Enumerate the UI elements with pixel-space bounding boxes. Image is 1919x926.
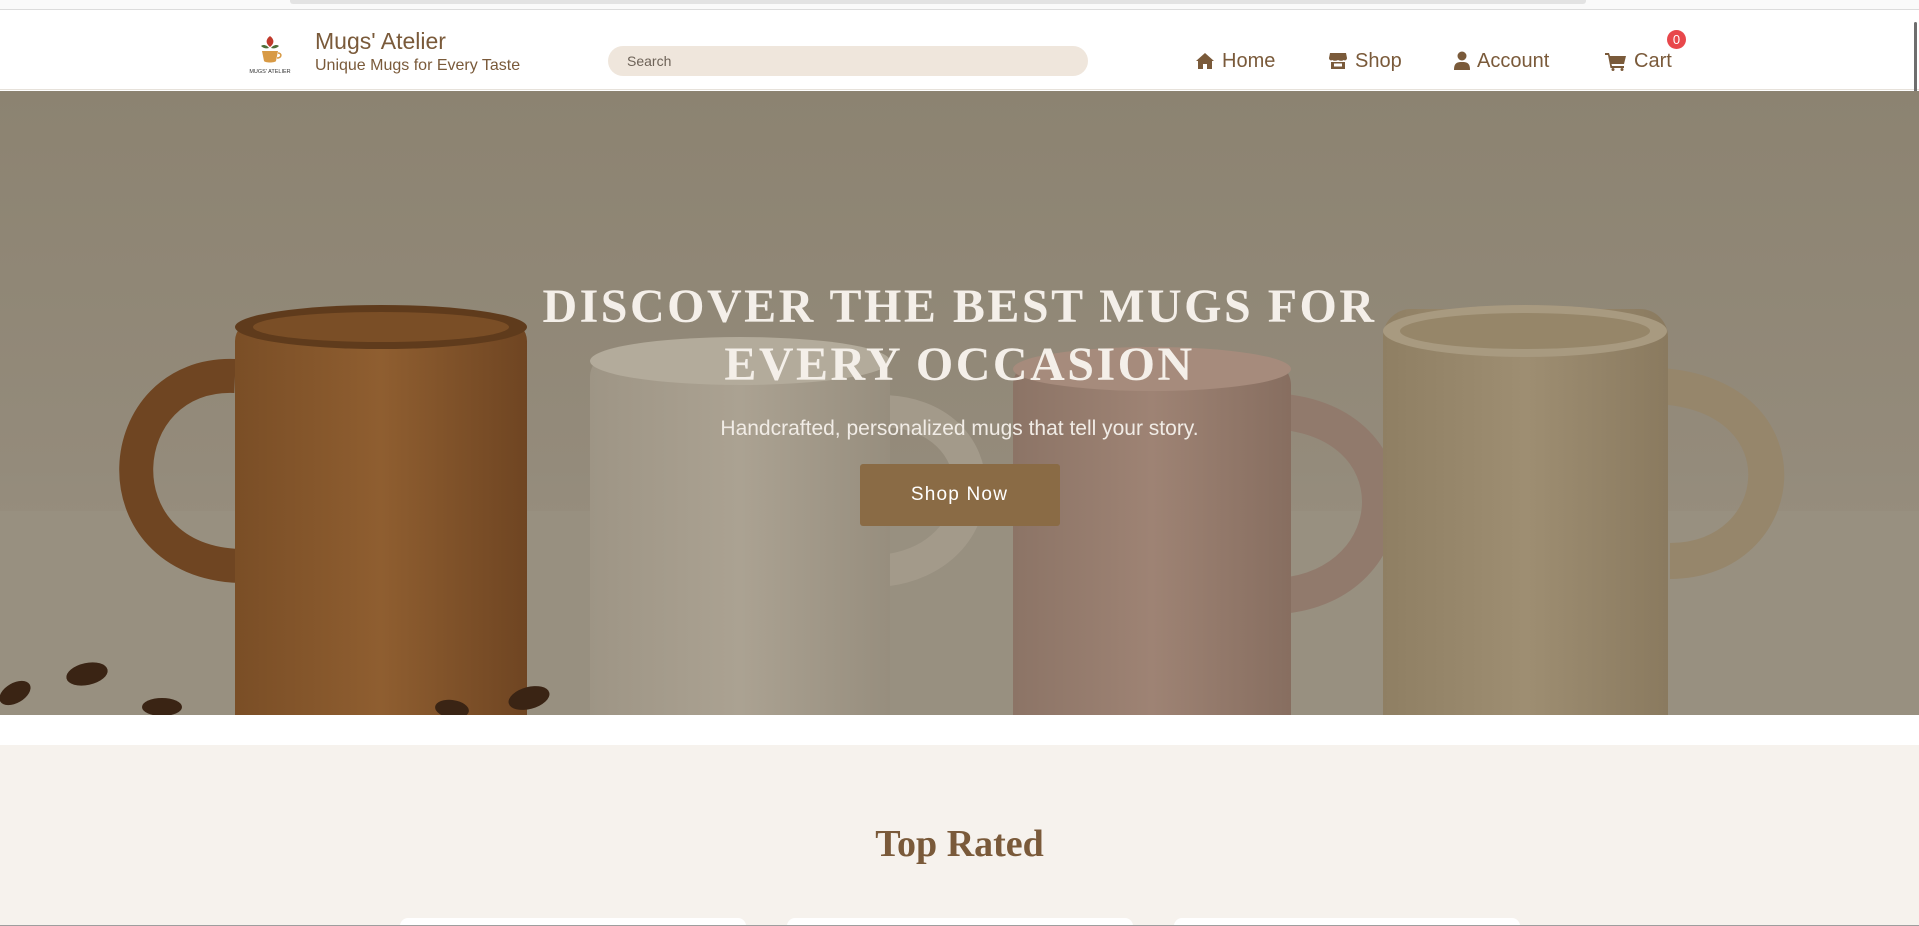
- nav-home-label: Home: [1222, 49, 1276, 72]
- brand: Mugs' Atelier Unique Mugs for Every Tast…: [315, 26, 520, 76]
- search-input[interactable]: [608, 46, 1088, 76]
- brand-name[interactable]: Mugs' Atelier: [315, 26, 520, 56]
- hero-subtitle: Handcrafted, personalized mugs that tell…: [720, 417, 1199, 440]
- nav-cart-label: Cart: [1634, 49, 1672, 72]
- user-icon: [1454, 51, 1470, 71]
- store-icon: [1328, 52, 1348, 70]
- cart-icon: [1605, 52, 1627, 71]
- brand-tagline: Unique Mugs for Every Taste: [315, 57, 521, 74]
- brand-logo[interactable]: MUGS' ATELIER: [242, 30, 298, 78]
- home-icon: [1195, 52, 1215, 70]
- browser-top-strip: [0, 0, 1919, 10]
- hero-banner: Discover the Best Mugs for Every Occasio…: [0, 91, 1919, 715]
- hero-content: Discover the Best Mugs for Every Occasio…: [0, 278, 1919, 526]
- nav-cart[interactable]: Cart: [1605, 46, 1672, 76]
- top-rated-title: Top Rated: [875, 823, 1044, 865]
- cart-count-badge: 0: [1667, 30, 1686, 49]
- hero-title: Discover the Best Mugs for Every Occasio…: [542, 280, 1377, 391]
- svg-text:MUGS' ATELIER: MUGS' ATELIER: [249, 69, 290, 75]
- horizontal-scrollbar[interactable]: [290, 0, 1586, 4]
- top-rated-section: Top Rated: [0, 745, 1919, 926]
- nav-account[interactable]: Account: [1454, 46, 1549, 76]
- nav-shop-label: Shop: [1355, 49, 1402, 72]
- nav-home[interactable]: Home: [1195, 46, 1275, 76]
- vertical-scrollbar[interactable]: [1914, 22, 1917, 98]
- site-header: MUGS' ATELIER Mugs' Atelier Unique Mugs …: [0, 10, 1919, 98]
- nav-account-label: Account: [1477, 49, 1550, 72]
- shop-now-button[interactable]: Shop Now: [859, 464, 1060, 526]
- nav-shop[interactable]: Shop: [1328, 46, 1402, 76]
